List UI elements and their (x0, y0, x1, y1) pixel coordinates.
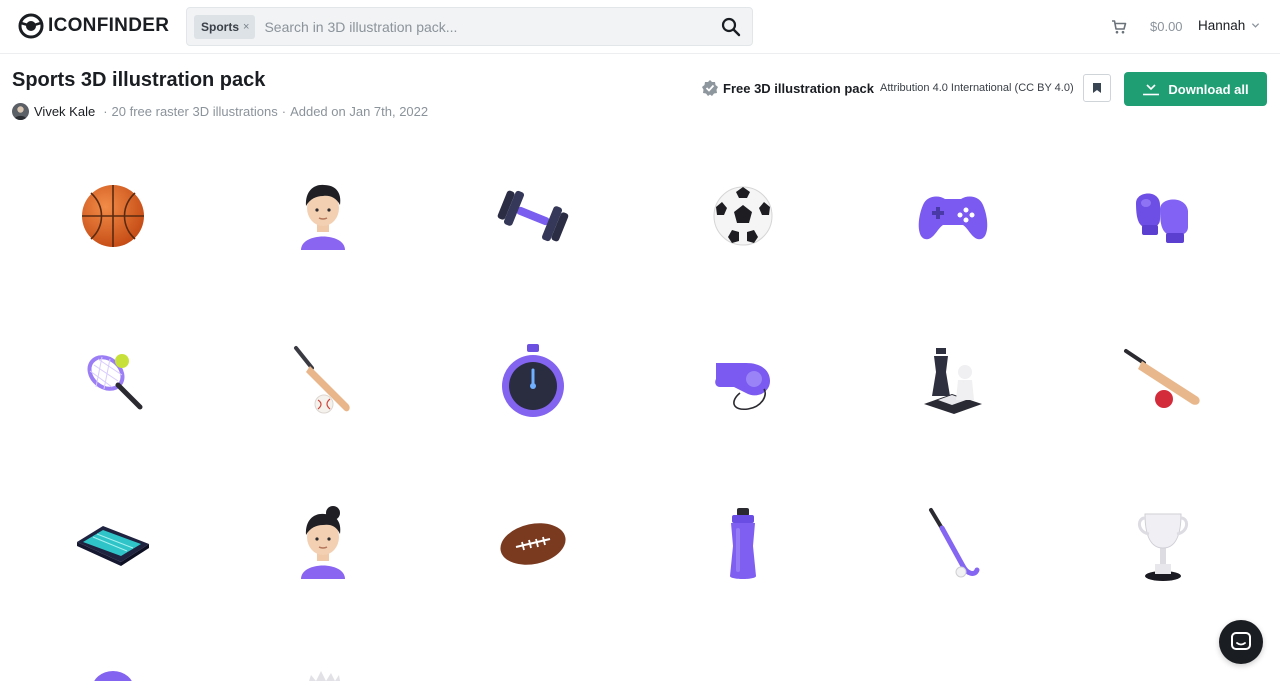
illustration-tile-hockey-stick[interactable] (848, 462, 1058, 626)
illustration-tile-partial[interactable] (218, 626, 428, 681)
illustration-tile-girl-avatar[interactable] (218, 462, 428, 626)
iconfinder-logo[interactable]: ICONFINDER (18, 13, 169, 39)
gamepad-icon (918, 196, 988, 240)
illustration-tile-cricket-bat[interactable] (1058, 298, 1268, 462)
partial-illustration-icon (94, 671, 132, 681)
girl-avatar-icon (301, 506, 345, 579)
iconfinder-logo-icon (18, 13, 44, 39)
logo-text: ICONFINDER (48, 15, 170, 36)
added-date: Added on Jan 7th, 2022 (290, 104, 429, 119)
water-bottle-icon (730, 508, 756, 579)
chat-support-button[interactable] (1219, 620, 1263, 664)
illustration-count: 20 free raster 3D illustrations (111, 104, 278, 119)
illustration-tile-stopwatch[interactable] (428, 298, 638, 462)
illustration-tile-whistle[interactable] (638, 298, 848, 462)
license-name[interactable]: Attribution 4.0 International (CC BY 4.0… (880, 82, 1074, 94)
illustration-tile-tennis-racket[interactable] (8, 298, 218, 462)
chip-close-icon[interactable]: × (243, 21, 249, 33)
download-all-button[interactable]: Download all (1124, 72, 1267, 106)
cricket-bat-icon (1124, 349, 1200, 408)
page-title: Sports 3D illustration pack (12, 69, 266, 91)
search-input[interactable] (264, 18, 705, 35)
chess-icon (924, 348, 982, 414)
chat-icon (1231, 632, 1251, 650)
cart-icon[interactable] (1111, 19, 1127, 35)
illustration-tile-dumbbell[interactable] (428, 134, 638, 298)
hockey-stick-icon (929, 508, 980, 578)
dumbbell-icon (497, 190, 569, 242)
verified-badge-icon (702, 80, 718, 96)
pack-meta: Vivek Kale · 20 free raster 3D illustrat… (12, 103, 428, 120)
illustration-tile-water-bottle[interactable] (638, 462, 848, 626)
illustration-tile-baseball-bat[interactable] (218, 298, 428, 462)
author-link[interactable]: Vivek Kale (34, 104, 95, 119)
license-info: Free 3D illustration pack Attribution 4.… (701, 79, 1074, 97)
download-label: Download all (1168, 81, 1249, 97)
boxing-gloves-icon (1136, 193, 1188, 243)
swimming-pool-icon (77, 526, 149, 566)
illustration-tile-boxing-gloves[interactable] (1058, 134, 1268, 298)
meta-separator: · (103, 104, 108, 119)
license-title[interactable]: Free 3D illustration pack (723, 81, 874, 96)
illustration-tile-soccer-ball[interactable] (638, 134, 848, 298)
american-football-icon (500, 523, 566, 565)
bookmark-icon (1093, 83, 1101, 93)
illustration-tile-trophy[interactable] (1058, 462, 1268, 626)
download-icon (1143, 84, 1160, 96)
whistle-icon (715, 363, 770, 411)
search-filter-chip[interactable]: Sports × (194, 14, 256, 39)
chevron-down-icon (1252, 23, 1260, 28)
illustration-tile-chess[interactable] (848, 298, 1058, 462)
illustration-tile-gamepad[interactable] (848, 134, 1058, 298)
chip-label: Sports (201, 19, 240, 34)
boy-avatar-icon (301, 184, 345, 250)
user-menu[interactable]: Hannah (1198, 18, 1260, 33)
search-icon[interactable] (721, 17, 741, 37)
avatar[interactable] (12, 103, 29, 120)
bookmark-button[interactable] (1083, 74, 1111, 102)
illustration-tile-boy-avatar[interactable] (218, 134, 428, 298)
illustration-tile-basketball[interactable] (8, 134, 218, 298)
illustration-tile-swimming-pool[interactable] (8, 462, 218, 626)
search-bar[interactable]: Sports × (186, 7, 753, 46)
baseball-bat-icon (294, 346, 350, 414)
stopwatch-icon (502, 344, 564, 417)
illustration-tile-american-football[interactable] (428, 462, 638, 626)
partial-illustration-icon (309, 671, 340, 681)
top-navigation-bar: ICONFINDER Sports × $0.00 Hannah (0, 0, 1280, 54)
meta-separator: · (281, 104, 287, 119)
basketball-icon (82, 185, 144, 247)
user-name: Hannah (1198, 18, 1246, 33)
illustration-tile-partial[interactable] (8, 626, 218, 681)
trophy-icon (1138, 513, 1188, 581)
cart-balance[interactable]: $0.00 (1150, 19, 1183, 34)
tennis-racket-icon (87, 354, 143, 410)
soccer-ball-icon (713, 186, 773, 246)
